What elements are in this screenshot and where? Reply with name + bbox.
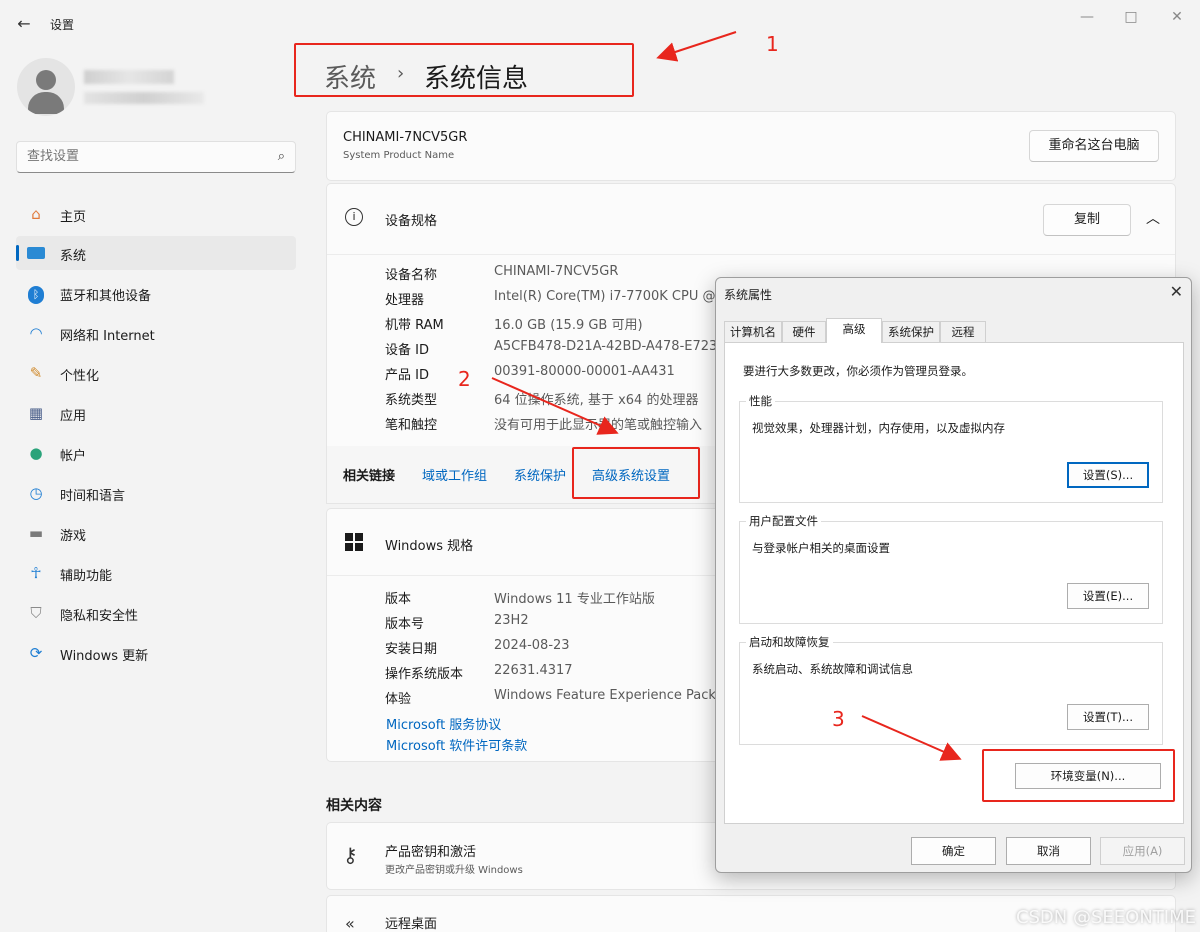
annotation-arrow-3 — [861, 715, 962, 761]
annotation-number-1: 1 — [766, 32, 779, 56]
annotation-number-2: 2 — [458, 367, 471, 391]
annotation-arrows — [491, 31, 962, 761]
watermark: CSDN @SEEONTIME — [1015, 907, 1196, 928]
annotation-number-3: 3 — [832, 707, 845, 731]
annotation-arrow-1 — [656, 31, 737, 62]
annotation-arrow-2 — [491, 377, 619, 435]
tab-advanced[interactable]: 高级 — [826, 318, 882, 343]
